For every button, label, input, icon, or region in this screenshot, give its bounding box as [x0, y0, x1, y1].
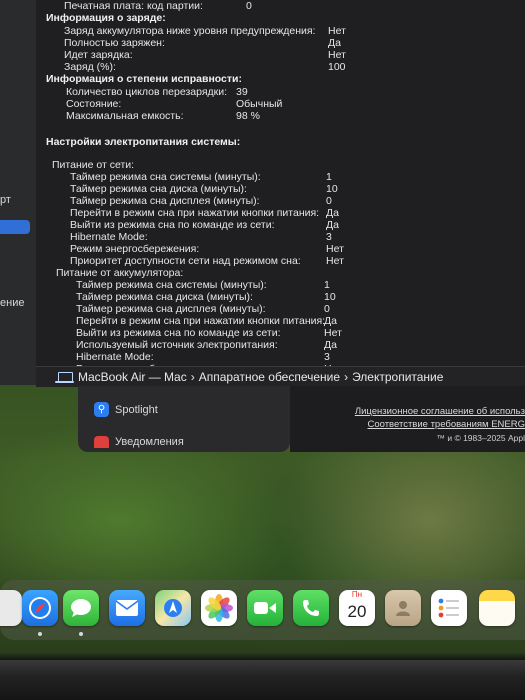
info-label: Hibernate Mode:: [70, 231, 148, 243]
spotlight-label: Spotlight: [115, 403, 158, 416]
desktop-screen: рт ение Печатная плата: код партии: 0 Ин…: [0, 0, 525, 660]
info-label: Полностью заряжен:: [64, 37, 165, 49]
info-label: Максимальная емкость:: [66, 110, 184, 122]
info-label: Hibernate Mode:: [76, 351, 154, 363]
spotlight-item[interactable]: ⚲ Spotlight: [94, 402, 158, 417]
reminders-icon[interactable]: [431, 590, 467, 626]
calendar-day: 20: [347, 602, 367, 621]
info-value: 3: [324, 351, 330, 363]
notifications-item[interactable]: Уведомления: [94, 436, 184, 448]
info-value: 1: [324, 279, 330, 291]
maps-icon[interactable]: [155, 590, 191, 626]
info-value: 0: [326, 195, 332, 207]
sidebar-item-partial-2[interactable]: ение: [0, 297, 24, 309]
info-value: Да: [324, 315, 337, 327]
path-separator: ›: [190, 370, 195, 384]
spotlight-icon: ⚲: [94, 402, 109, 417]
phone-icon[interactable]: [293, 590, 329, 626]
info-value: Да: [326, 219, 339, 231]
info-label: Таймер режима сна диска (минуты):: [76, 291, 253, 303]
info-label: Идет зарядка:: [64, 49, 133, 61]
info-label: Таймер режима сна дисплея (минуты):: [76, 303, 266, 315]
copyright-text: ™ и © 1983–2025 Appl: [436, 433, 525, 443]
info-label: Приоритет доступности сети над режимом с…: [70, 255, 301, 267]
laptop-bezel: [0, 660, 525, 700]
info-value: 3: [326, 231, 332, 243]
info-value: Нет: [324, 327, 342, 339]
sidebar-item-partial[interactable]: рт: [0, 194, 11, 206]
safari-icon[interactable]: [22, 590, 58, 626]
running-indicator: [79, 632, 83, 636]
info-label: Перейти в режим сна при нажатии кнопки п…: [76, 315, 326, 327]
info-value: 0: [246, 0, 252, 12]
info-label: Перейти в режим сна при нажатии кнопки п…: [70, 207, 320, 219]
notes-icon[interactable]: [479, 590, 515, 626]
license-agreement-link[interactable]: Лицензионное соглашение об использ: [355, 406, 525, 417]
mail-icon[interactable]: [109, 590, 145, 626]
info-label: Печатная плата: код партии:: [64, 0, 203, 12]
info-label: Выйти из режима сна по команде из сети:: [76, 327, 281, 339]
calendar-month: Пн: [351, 590, 363, 599]
info-value: 98 %: [236, 110, 260, 122]
info-label: Состояние:: [66, 98, 122, 110]
info-value: 1: [326, 171, 332, 183]
system-info-window: Печатная плата: код партии: 0 Информация…: [36, 0, 525, 386]
info-label: Выйти из режима сна по команде из сети:: [70, 219, 275, 231]
laptop-icon: [55, 372, 74, 383]
info-value: 0: [324, 303, 330, 315]
info-label: Таймер режима сна диска (минуты):: [70, 183, 247, 195]
running-indicator: [38, 632, 42, 636]
info-value: Нет: [328, 49, 346, 61]
ac-power-header: Питание от сети:: [52, 159, 135, 171]
info-value: 10: [326, 183, 338, 195]
info-value: Да: [326, 207, 339, 219]
path-bar: MacBook Air — Mac › Аппаратное обеспечен…: [36, 366, 525, 387]
health-info-header: Информация о степени исправности:: [46, 73, 242, 85]
info-label: Заряд аккумулятора ниже уровня предупреж…: [64, 25, 316, 37]
photos-icon[interactable]: [201, 590, 237, 626]
info-value: Да: [324, 339, 337, 351]
battery-power-header: Питание от аккумулятора:: [56, 267, 184, 279]
notifications-icon: [94, 436, 109, 448]
app-icon-partial[interactable]: [0, 590, 22, 626]
info-label: Таймер режима сна дисплея (минуты):: [70, 195, 260, 207]
energy-compliance-link[interactable]: Соответствие требованиям ENERG: [367, 419, 525, 430]
info-label: Таймер режима сна системы (минуты):: [76, 279, 267, 291]
contacts-icon[interactable]: [385, 590, 421, 626]
info-value: Нет: [326, 243, 344, 255]
info-label: Таймер режима сна системы (минуты):: [70, 171, 261, 183]
power-settings-header: Настройки электропитания системы:: [46, 136, 241, 148]
info-value: 100: [328, 61, 346, 73]
info-label: Режим энергосбережения:: [70, 243, 200, 255]
calendar-icon[interactable]: Пн 20: [339, 590, 375, 626]
info-value: Обычный: [236, 98, 283, 110]
charge-info-header: Информация о заряде:: [46, 12, 166, 24]
license-panel: Лицензионное соглашение об использ Соотв…: [290, 386, 525, 452]
facetime-icon[interactable]: [247, 590, 283, 626]
info-label: Количество циклов перезарядки:: [66, 86, 228, 98]
info-value: 10: [324, 291, 336, 303]
sidebar-fragment: рт ение: [0, 0, 36, 385]
notifications-label: Уведомления: [115, 436, 184, 448]
messages-icon[interactable]: [63, 590, 99, 626]
info-label: Заряд (%):: [64, 61, 116, 73]
info-value: Да: [328, 37, 341, 49]
path-section[interactable]: Аппаратное обеспечение: [199, 370, 340, 384]
settings-panel: ⚲ Spotlight Уведомления: [78, 386, 290, 452]
info-label: Используемый источник электропитания:: [76, 339, 278, 351]
info-value: Нет: [328, 25, 346, 37]
bezel-shadow: [0, 652, 525, 660]
sidebar-selected-item[interactable]: [0, 220, 30, 234]
path-separator: ›: [344, 370, 349, 384]
info-value: Нет: [326, 255, 344, 267]
info-value: 39: [236, 86, 248, 98]
path-page[interactable]: Электропитание: [352, 370, 443, 384]
path-device[interactable]: MacBook Air — Mac: [78, 370, 187, 384]
scroll-indicator: [500, 386, 525, 394]
